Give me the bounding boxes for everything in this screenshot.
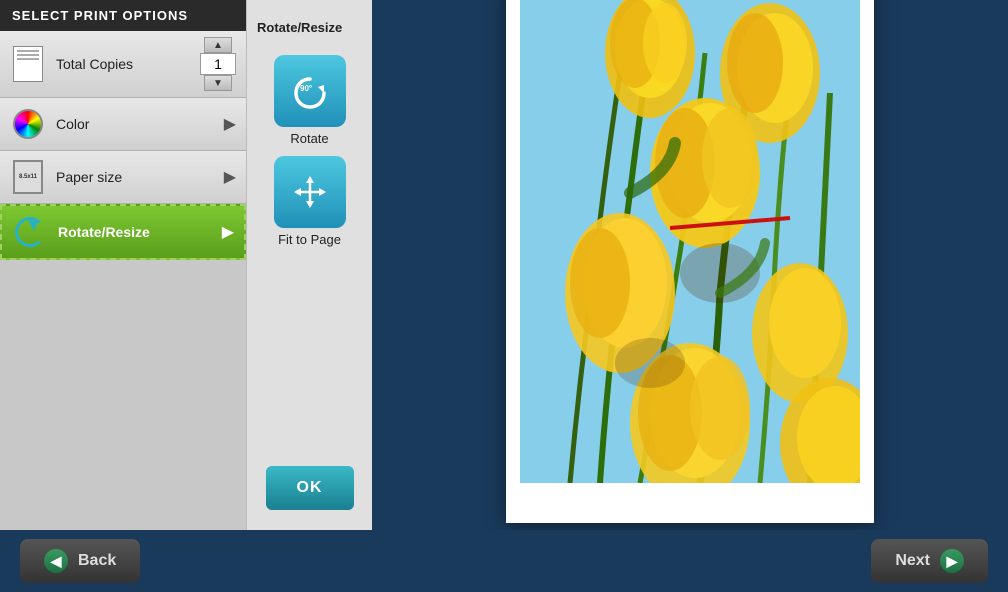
rotate-resize-panel: Rotate/Resize 90° Rotate (246, 0, 372, 530)
photo-frame (506, 0, 874, 523)
rotate-resize-icon (12, 214, 48, 250)
copies-icon (10, 46, 46, 82)
rotate-panel-title: Rotate/Resize (257, 20, 342, 35)
copies-decrement-button[interactable]: ▼ (204, 75, 232, 91)
rotate-button-group: 90° Rotate (274, 55, 346, 146)
next-button[interactable]: Next ▶ (871, 539, 988, 583)
paper-size-arrow-icon: ▶ (224, 167, 236, 187)
copies-stepper[interactable]: ▲ ▼ (200, 37, 236, 91)
rotate-resize-row[interactable]: Rotate/Resize ▶ (0, 204, 246, 260)
copies-label: Total Copies (56, 56, 200, 72)
rotate-label: Rotate (290, 131, 328, 146)
fit-to-page-label: Fit to Page (278, 232, 341, 247)
left-panel: SELECT PRINT OPTIONS Total Copies ▲ ▼ Co… (0, 0, 246, 530)
svg-text:90°: 90° (300, 84, 312, 93)
rotate-resize-label: Rotate/Resize (58, 224, 222, 240)
next-arrow-icon: ▶ (940, 549, 964, 573)
rotate-button[interactable]: 90° (274, 55, 346, 127)
total-copies-row: Total Copies ▲ ▼ (0, 31, 246, 98)
copies-input[interactable] (200, 53, 236, 75)
paper-size-label-icon: 8.5x11 (13, 160, 43, 194)
color-label: Color (56, 116, 224, 132)
bottom-bar: ◀ Back Next ▶ (0, 530, 1008, 592)
color-icon (10, 106, 46, 142)
paper-size-row[interactable]: 8.5x11 Paper size ▶ (0, 151, 246, 204)
photo-preview (520, 0, 860, 483)
rotate-resize-arrow-icon: ▶ (222, 222, 234, 242)
preview-area: flower.jpg (372, 0, 1008, 530)
ok-button[interactable]: OK (266, 466, 354, 510)
back-label: Back (78, 552, 116, 570)
color-arrow-icon: ▶ (224, 114, 236, 134)
back-button[interactable]: ◀ Back (20, 539, 140, 583)
panel-title: SELECT PRINT OPTIONS (0, 0, 246, 31)
paper-size-icon: 8.5x11 (10, 159, 46, 195)
back-arrow-icon: ◀ (44, 549, 68, 573)
fit-to-page-button[interactable] (274, 156, 346, 228)
paper-size-label: Paper size (56, 169, 224, 185)
copies-increment-button[interactable]: ▲ (204, 37, 232, 53)
next-label: Next (895, 552, 930, 570)
color-row[interactable]: Color ▶ (0, 98, 246, 151)
fit-to-page-button-group: Fit to Page (274, 156, 346, 247)
